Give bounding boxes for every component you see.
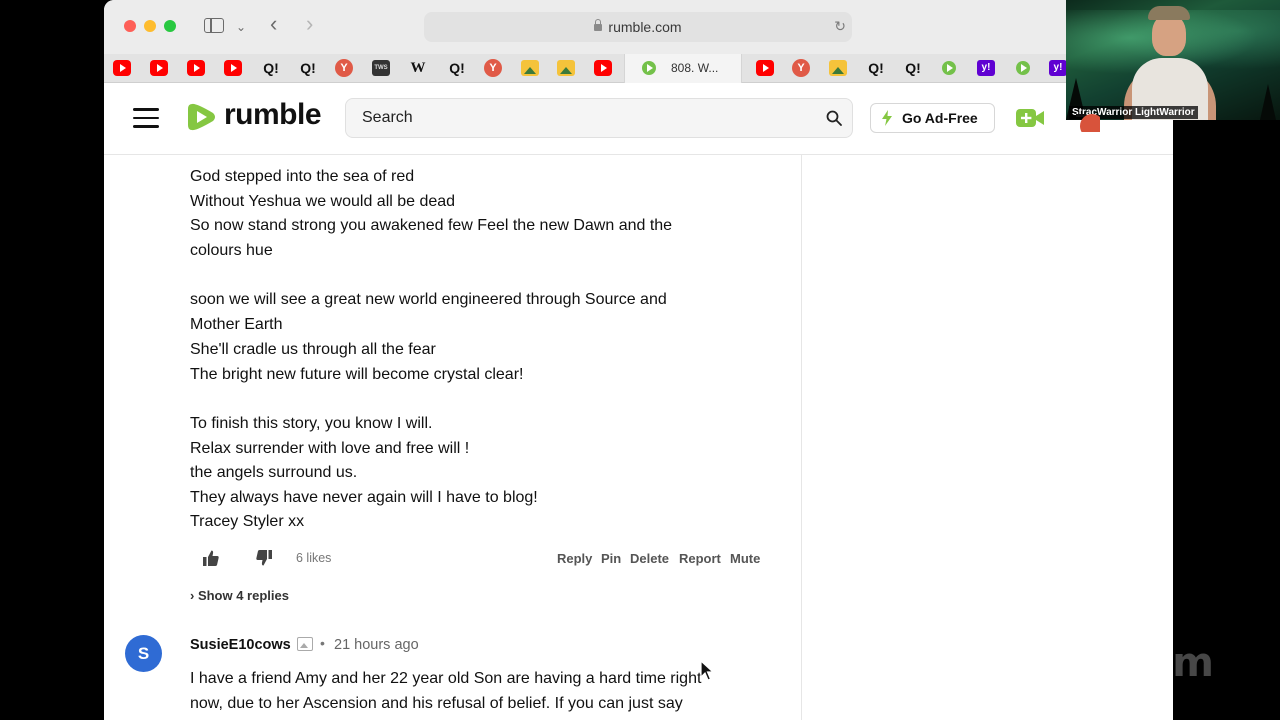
reload-icon[interactable]: ↻ — [834, 18, 846, 35]
upload-video-icon[interactable] — [1016, 109, 1044, 127]
comment-line: Tracey Styler xx — [190, 513, 305, 530]
comment-line: I have a friend Amy and her 22 year old … — [190, 670, 702, 687]
wikipedia-icon[interactable]: W — [409, 60, 427, 76]
youtube-icon[interactable] — [150, 60, 168, 76]
title-bar: ⌄ ‹ › rumble.com ↻ — [104, 0, 1173, 54]
youtube-icon[interactable] — [187, 60, 205, 76]
avatar[interactable]: S — [125, 635, 162, 672]
image-icon[interactable] — [557, 60, 575, 76]
lock-icon — [594, 19, 603, 31]
comment-line: Mother Earth — [190, 316, 283, 333]
zoom-watermark: zoom — [1097, 640, 1214, 686]
likes-count: 6 likes — [296, 551, 332, 565]
participant-face — [1152, 14, 1186, 56]
sidebar-toggle-icon[interactable] — [204, 18, 224, 33]
mute-button[interactable]: Mute — [730, 551, 760, 566]
comment-line: So now stand strong you awakened few Fee… — [190, 217, 673, 234]
image-icon[interactable] — [829, 60, 847, 76]
browser-window: ⌄ ‹ › rumble.com ↻ 808. W... Q! Q! Y TWS W Q!… — [104, 0, 1173, 720]
address-bar[interactable]: rumble.com ↻ — [424, 12, 852, 42]
report-button[interactable]: Report — [679, 551, 721, 566]
comment-line: now, due to her Ascension and his refusa… — [190, 695, 683, 712]
news-icon[interactable]: TWS — [372, 60, 390, 76]
reply-button[interactable]: Reply — [557, 551, 592, 566]
comments-section: God stepped into the sea of red Without Y… — [104, 155, 1173, 720]
yahoo-icon[interactable]: y! — [1049, 60, 1067, 76]
menu-icon[interactable] — [133, 108, 159, 128]
comment-line: soon we will see a great new world engin… — [190, 291, 667, 308]
url-text[interactable]: rumble.com — [424, 12, 852, 42]
q-news-icon[interactable]: Q! — [865, 60, 887, 76]
thumbs-down-icon[interactable] — [256, 550, 272, 566]
url-label: rumble.com — [608, 19, 682, 35]
comment-actions: 6 likes Reply Pin Delete Report Mute — [104, 545, 1173, 573]
minimize-window-button[interactable] — [144, 20, 156, 32]
active-tab-title: 808. W... — [671, 61, 719, 75]
comment-line: Without Yeshua we would all be dead — [190, 193, 456, 210]
comment-timestamp[interactable]: 21 hours ago — [334, 637, 419, 653]
rumble-icon[interactable] — [640, 60, 658, 76]
delete-button[interactable]: Delete — [630, 551, 669, 566]
go-ad-free-button[interactable]: Go Ad-Free — [870, 103, 995, 133]
right-rail-divider — [801, 155, 802, 720]
participant-cap — [1148, 6, 1190, 20]
image-badge-icon — [297, 637, 313, 651]
go-ad-free-label: Go Ad-Free — [902, 110, 978, 126]
back-button[interactable]: ‹ — [270, 12, 277, 36]
comment-username[interactable]: SusieE10cows — [190, 637, 291, 653]
comment-line: the angels surround us. — [190, 464, 358, 481]
y-icon[interactable]: Y — [484, 59, 502, 77]
separator-dot: • — [320, 635, 325, 651]
thumbs-up-icon[interactable] — [203, 550, 219, 566]
rumble-logo-text[interactable]: rumble — [224, 98, 322, 132]
comment-line: Relax surrender with love and free will … — [190, 440, 470, 457]
mouse-cursor-icon — [700, 660, 714, 681]
rumble-icon[interactable] — [1014, 60, 1032, 76]
q-news-icon[interactable]: Q! — [446, 60, 468, 76]
forward-button[interactable]: › — [306, 12, 313, 36]
youtube-icon[interactable] — [756, 60, 774, 76]
q-news-icon[interactable]: Q! — [297, 60, 319, 76]
comment-line: She'll cradle us through all the fear — [190, 341, 436, 358]
partial-avatar-icon — [1076, 114, 1100, 132]
site-header: rumble Go Ad-Free — [104, 83, 1173, 155]
youtube-icon[interactable] — [113, 60, 131, 76]
yahoo-icon[interactable]: y! — [977, 60, 995, 76]
q-news-icon[interactable]: Q! — [902, 60, 924, 76]
chevron-down-icon[interactable]: ⌄ — [236, 15, 246, 39]
maximize-window-button[interactable] — [164, 20, 176, 32]
bolt-icon — [882, 110, 892, 126]
image-icon[interactable] — [521, 60, 539, 76]
youtube-icon[interactable] — [224, 60, 242, 76]
comment-line: colours hue — [190, 242, 273, 259]
search-icon[interactable] — [826, 110, 842, 126]
rumble-logo-icon[interactable] — [186, 100, 218, 134]
rumble-icon[interactable] — [940, 60, 958, 76]
comment-line: To finish this story, you know I will. — [190, 415, 433, 432]
favorites-bar: 808. W... Q! Q! Y TWS W Q! Y Y Q! Q! y! y! — [104, 54, 1173, 83]
tree-silhouette — [1260, 84, 1276, 120]
comment-line: God stepped into the sea of red — [190, 168, 415, 185]
comment-line: The bright new future will become crysta… — [190, 366, 524, 383]
y-icon[interactable]: Y — [792, 59, 810, 77]
y-icon[interactable]: Y — [335, 59, 353, 77]
close-window-button[interactable] — [124, 20, 136, 32]
show-replies-link[interactable]: › Show 4 replies — [190, 588, 289, 603]
comment-line: They always have never again will I have… — [190, 489, 538, 506]
youtube-icon[interactable] — [594, 60, 612, 76]
zoom-participant-video[interactable]: StracWarrior LightWarrior — [1066, 0, 1280, 120]
search-box[interactable] — [345, 98, 853, 138]
pin-button[interactable]: Pin — [601, 551, 621, 566]
q-news-icon[interactable]: Q! — [260, 60, 282, 76]
search-input[interactable] — [362, 99, 802, 137]
